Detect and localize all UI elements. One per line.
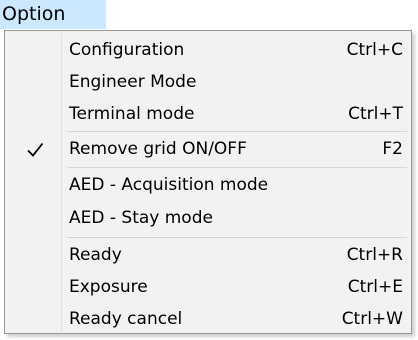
menu-item-shortcut: Ctrl+R [346, 245, 403, 265]
menu-item-shortcut: Ctrl+W [341, 309, 403, 329]
checkmark-icon [25, 140, 45, 160]
menu-item-label: Ready cancel [69, 309, 183, 329]
menu-item-ready[interactable]: Ready Ctrl+R [7, 239, 409, 271]
menu-item-label: Terminal mode [69, 104, 195, 124]
menu-item-shortcut: Ctrl+T [348, 104, 403, 124]
menu-item-engineer-mode[interactable]: Engineer Mode [7, 66, 409, 98]
menu-separator [67, 131, 407, 132]
menu-separator [67, 167, 407, 168]
menu-item-exposure[interactable]: Exposure Ctrl+E [7, 271, 409, 303]
menu-item-remove-grid[interactable]: Remove grid ON/OFF F2 [7, 133, 409, 165]
menu-item-label: Configuration [69, 40, 185, 60]
menu-item-aed-acquisition-mode[interactable]: AED - Acquisition mode [7, 169, 409, 201]
menubar-option[interactable]: Option [0, 0, 106, 29]
menu-item-terminal-mode[interactable]: Terminal mode Ctrl+T [7, 98, 409, 130]
menu-item-shortcut: Ctrl+E [347, 277, 403, 297]
menu-item-ready-cancel[interactable]: Ready cancel Ctrl+W [7, 303, 409, 335]
menu-item-label: Exposure [69, 277, 148, 297]
menu-item-configuration[interactable]: Configuration Ctrl+C [7, 34, 409, 66]
menu-item-shortcut: Ctrl+C [346, 40, 403, 60]
menu-item-label: Engineer Mode [69, 72, 197, 92]
menu-separator [67, 237, 407, 238]
menu-item-label: Remove grid ON/OFF [69, 139, 247, 159]
menu-item-label: Ready [69, 245, 122, 265]
menu-item-aed-stay-mode[interactable]: AED - Stay mode [7, 202, 409, 234]
menu-item-shortcut: F2 [382, 139, 403, 159]
menu-item-label: AED - Acquisition mode [69, 175, 269, 195]
option-menu-dropdown: Configuration Ctrl+C Engineer Mode Termi… [4, 30, 412, 334]
menu-item-label: AED - Stay mode [69, 208, 213, 228]
